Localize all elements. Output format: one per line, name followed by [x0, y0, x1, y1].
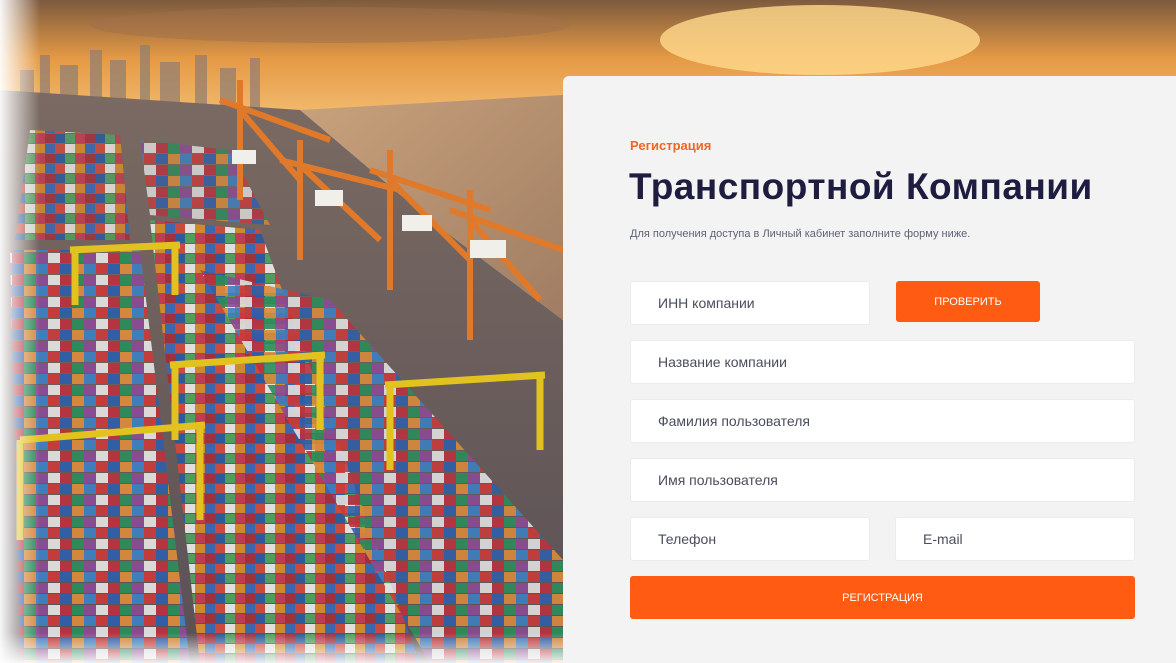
form-description: Для получения доступа в Личный кабинет з…: [630, 228, 971, 240]
last-name-input[interactable]: [630, 399, 1135, 443]
registration-panel: Регистрация Транспортной Компании Для по…: [563, 76, 1176, 663]
phone-input[interactable]: [630, 517, 870, 561]
inn-input[interactable]: [630, 281, 870, 325]
register-button[interactable]: РЕГИСТРАЦИЯ: [630, 576, 1135, 619]
registration-eyebrow: Регистрация: [630, 138, 712, 153]
page-title: Транспортной Компании: [629, 166, 1093, 207]
company-name-input[interactable]: [630, 340, 1135, 384]
first-name-input[interactable]: [630, 458, 1135, 502]
check-inn-button[interactable]: ПРОВЕРИТЬ: [896, 281, 1040, 322]
email-input[interactable]: [895, 517, 1135, 561]
